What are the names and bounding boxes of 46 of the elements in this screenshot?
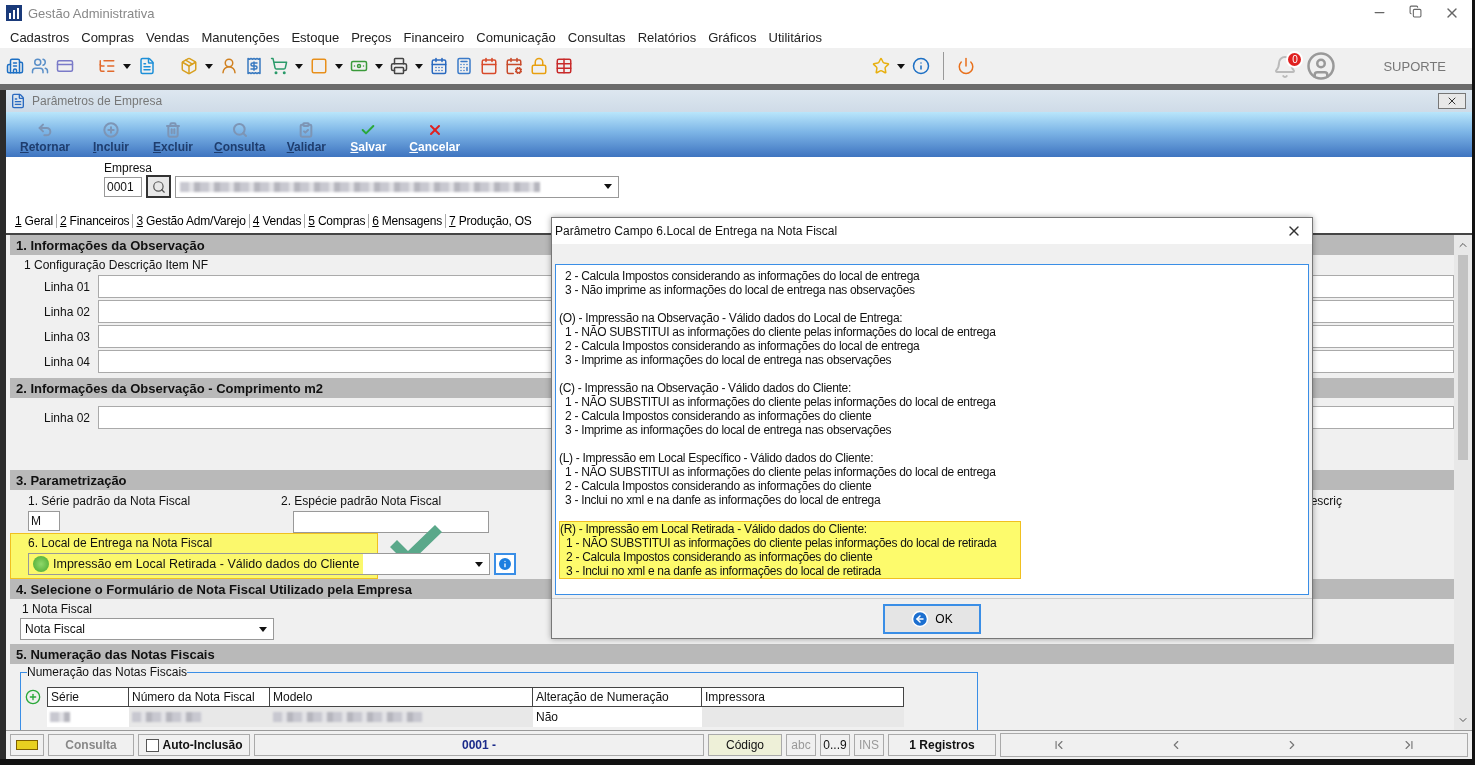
text-line: (R) - Impressão em Local Retirada - Válido dados do Cliente: (560, 522, 867, 536)
field-label: 1 Nota Fiscal (21, 601, 94, 618)
text-line: 3 - Imprime as informações do local de entrega nas observações (565, 353, 892, 367)
record-count: 1 Registros (888, 734, 996, 756)
text-line: 2 - Calcula Impostos considerando as informações do local de entrega (565, 269, 920, 283)
status-indicator: INS (854, 734, 884, 756)
text-line: 3 - Imprime as informações do local de entrega nas observações (565, 423, 892, 437)
column-header: Alteração de Numeração (533, 687, 702, 707)
text-line: 2 - Calcula Impostos considerando as informações do local de entrega (565, 339, 920, 353)
section-header: 5. Numeração das Notas Fiscais (10, 644, 1454, 664)
field-label: 6. Local de Entrega na Nota Fiscal (27, 536, 213, 550)
group-title: Numeração das Notas Fiscais (27, 665, 188, 679)
child-window-title: Parâmetros de Empresa (32, 94, 163, 108)
field-label: Linha 02 (42, 304, 91, 319)
text-line: (L) - Impressão em Local Específico - Válido dados do Cliente: (559, 451, 874, 465)
text-line: (O) - Impressão na Observação - Válido dados do Local de Entrega: (559, 311, 903, 325)
field-label: 1 Configuração Descrição Item NF (23, 257, 210, 274)
column-header: Número da Nota Fiscal (129, 687, 270, 707)
field-label: 1. Série padrão da Nota Fiscal (28, 494, 191, 508)
text-line: 3 - Inclui no xml e na danfe as informações do local de retirada (566, 564, 881, 578)
text-line: 3 - Inclui no xml e na danfe as informações do local de entrega (565, 493, 881, 507)
notification-badge: 0 (1286, 51, 1304, 68)
dialog-title: Parâmetro Campo 6.Local de Entrega na Nota Fiscal (555, 224, 838, 238)
text-line: 2 - Calcula Impostos considerando as informações do cliente (565, 409, 872, 423)
text-line: 1 - NÃO SUBSTITUI as informações do cliente pelas informações do local de entrega (565, 325, 996, 339)
field-label: Linha 02 (42, 410, 91, 425)
column-header: Série (47, 687, 129, 707)
text-line: 1 - NÃO SUBSTITUI as informações do cliente pelas informações do local de retirada (566, 536, 997, 550)
text-line: 2 - Calcula Impostos considerando as informações do cliente (566, 550, 873, 564)
text-line: 1 - NÃO SUBSTITUI as informações do cliente pelas informações do local de entrega (565, 395, 996, 409)
field-label: Linha 03 (42, 329, 91, 344)
text-line: 3 - Não imprime as informações do local de entrega nas observações (565, 283, 915, 297)
status-indicator: 0...9 (820, 734, 850, 756)
window-title: Gestão Administrativa (28, 5, 155, 21)
record-display: 0001 - (254, 734, 704, 756)
checkbox-label: Auto-Inclusão (162, 738, 243, 752)
table-cell: Não (533, 707, 702, 727)
field-label: Linha 04 (42, 354, 91, 369)
text-line: (C) - Impressão na Observação - Válido dados do Cliente: (559, 381, 851, 395)
field-label: Empresa (104, 161, 153, 175)
field-label: 2. Espécie padrão Nota Fiscal (281, 494, 442, 508)
status-indicator: abc (786, 734, 816, 756)
column-header: Modelo (270, 687, 533, 707)
text-line: 2 - Calcula Impostos considerando as informações do cliente (565, 479, 872, 493)
column-header: Impressora (702, 687, 904, 707)
field-label: Linha 01 (42, 279, 91, 294)
